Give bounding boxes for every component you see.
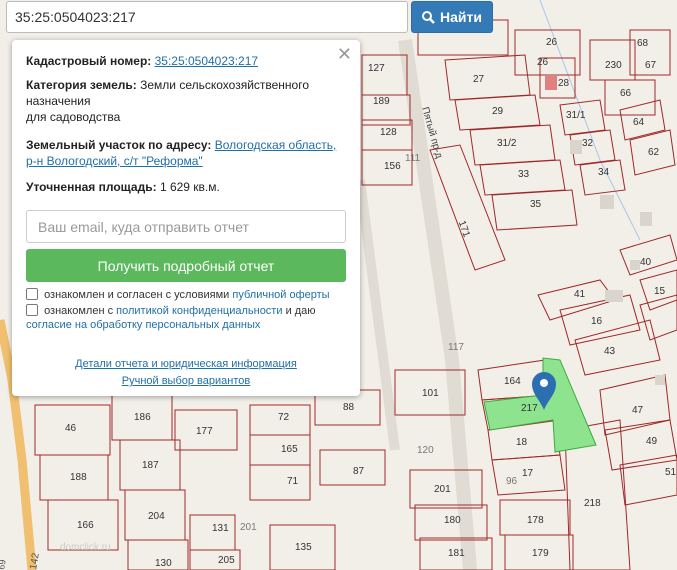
parcel-label: 18 xyxy=(516,437,528,448)
parcel-label: 187 xyxy=(142,460,159,471)
parcel-label: 33 xyxy=(518,169,530,180)
parcel-label: 180 xyxy=(444,515,461,526)
category-row: Категория земель: Земли сельскохозяйстве… xyxy=(26,77,346,125)
cadastral-row: Кадастровый номер: 35:25:0504023:217 xyxy=(26,53,346,69)
parcel-label: 166 xyxy=(77,520,94,531)
parcel-label: 31/1 xyxy=(566,110,586,121)
parcel-label: 32 xyxy=(582,138,594,149)
parcel-info-popup: ✕ Кадастровый номер: 35:25:0504023:217 К… xyxy=(12,40,360,396)
parcel-label: 26 xyxy=(546,37,558,48)
parcel-label: 27 xyxy=(473,74,485,85)
parcel-label: 96 xyxy=(506,476,518,487)
parcel-label: 177 xyxy=(196,426,213,437)
search-button[interactable]: Найти xyxy=(411,1,493,33)
manual-footer: Ручной выбор вариантов xyxy=(12,375,360,387)
area-label: Уточненная площадь: xyxy=(26,180,157,194)
parcel-label: 67 xyxy=(645,60,657,71)
parcel-label: 230 xyxy=(605,60,622,71)
parcel-label: 135 xyxy=(295,542,312,553)
parcel-label: 128 xyxy=(380,127,397,138)
parcel-label: 16 xyxy=(591,316,603,327)
parcel-label: 101 xyxy=(422,388,439,399)
category-label: Категория земель: xyxy=(26,78,137,92)
parcel-label: 201 xyxy=(240,522,257,533)
parcel-label: 130 xyxy=(155,558,172,569)
details-link[interactable]: Детали отчета и юридическая информация xyxy=(75,358,297,370)
search-input[interactable] xyxy=(6,1,408,33)
parcel-label: 71 xyxy=(287,476,299,487)
parcel-label: 72 xyxy=(278,412,290,423)
data-processing-link[interactable]: согласие на обработку персональных данны… xyxy=(26,319,260,331)
parcel-label: 188 xyxy=(70,472,87,483)
privacy-consent-mid: и даю xyxy=(285,305,316,317)
cadastral-link[interactable]: 35:25:0504023:217 xyxy=(155,54,258,68)
parcel-label: 43 xyxy=(604,346,616,357)
address-label: Земельный участок по адресу: xyxy=(26,138,212,152)
parcel-label: 88 xyxy=(343,402,355,413)
parcel-label: 35 xyxy=(530,199,542,210)
parcel-label: 17 xyxy=(522,468,534,479)
parcel-label: 218 xyxy=(584,498,601,509)
area-value: 1 629 кв.м. xyxy=(159,180,220,194)
privacy-policy-link[interactable]: политикой конфиденциальности xyxy=(116,305,282,317)
parcel-label: 47 xyxy=(632,405,644,416)
parcel-label: 186 xyxy=(134,412,151,423)
parcel-label: 46 xyxy=(65,423,77,434)
parcel-label: 34 xyxy=(598,167,610,178)
offer-checkbox[interactable] xyxy=(26,288,38,300)
parcel-label: 40 xyxy=(640,257,652,268)
watermark: domclick.ru xyxy=(60,542,111,553)
parcel-label: 111 xyxy=(405,153,421,164)
parcel-label: 156 xyxy=(384,161,401,172)
parcel-label: 26 xyxy=(537,57,549,68)
parcel-label: 117 xyxy=(448,342,464,353)
parcel-label: 201 xyxy=(434,484,451,495)
parcel-label: 28 xyxy=(558,78,570,89)
parcel-label: 205 xyxy=(218,555,235,566)
search-icon xyxy=(422,10,435,24)
category-value-line2: назначения xyxy=(26,94,91,108)
category-value-line3: для садоводства xyxy=(26,110,121,124)
parcel-label: 204 xyxy=(148,511,165,522)
parcel-label: 62 xyxy=(648,147,660,158)
parcel-label: 189 xyxy=(373,96,390,107)
parcel-label: 64 xyxy=(633,117,645,128)
address-link-line2[interactable]: р-н Вологодский, с/т "Реформа" xyxy=(26,154,203,168)
parcel-label: 217 xyxy=(521,403,538,414)
parcel-label: 164 xyxy=(504,376,521,387)
parcel-label: 179 xyxy=(532,548,549,559)
parcel-label: 41 xyxy=(574,289,586,300)
parcel-label: 15 xyxy=(654,286,666,297)
privacy-checkbox[interactable] xyxy=(26,304,38,316)
search-button-label: Найти xyxy=(440,9,482,25)
parcel-label: 66 xyxy=(620,88,632,99)
manual-select-link[interactable]: Ручной выбор вариантов xyxy=(122,375,250,387)
parcel-label: 87 xyxy=(353,466,365,477)
address-link[interactable]: Вологодская область, xyxy=(215,138,337,152)
parcel-label: 127 xyxy=(368,63,385,74)
area-row: Уточненная площадь: 1 629 кв.м. xyxy=(26,179,346,195)
parcel-label: 131 xyxy=(212,523,229,534)
get-report-button[interactable]: Получить подробный отчет xyxy=(26,249,346,282)
parcel-label: 165 xyxy=(281,444,298,455)
cadastral-label: Кадастровый номер: xyxy=(26,54,152,68)
offer-consent[interactable]: ознакомлен и согласен с условиями публич… xyxy=(26,288,350,302)
parcel-label: 51 xyxy=(665,467,677,478)
offer-consent-text: ознакомлен и согласен с условиями xyxy=(44,289,230,301)
parcel-label: 31/2 xyxy=(497,138,517,149)
parcel-label: 181 xyxy=(448,548,465,559)
parcel-label: 29 xyxy=(492,106,504,117)
parcel-label: 49 xyxy=(646,436,658,447)
email-input[interactable] xyxy=(26,210,346,243)
privacy-consent-text: ознакомлен с xyxy=(44,305,114,317)
parcel-label: 178 xyxy=(527,515,544,526)
details-footer: Детали отчета и юридическая информация xyxy=(12,358,360,370)
parcel-label: 120 xyxy=(417,445,434,456)
address-row: Земельный участок по адресу: Вологодская… xyxy=(26,137,346,169)
privacy-consent[interactable]: ознакомлен с политикой конфиденциальност… xyxy=(26,304,350,332)
category-value: Земли сельскохозяйственного xyxy=(140,78,310,92)
parcel-label: 68 xyxy=(637,38,649,49)
offer-link[interactable]: публичной оферты xyxy=(232,289,329,301)
